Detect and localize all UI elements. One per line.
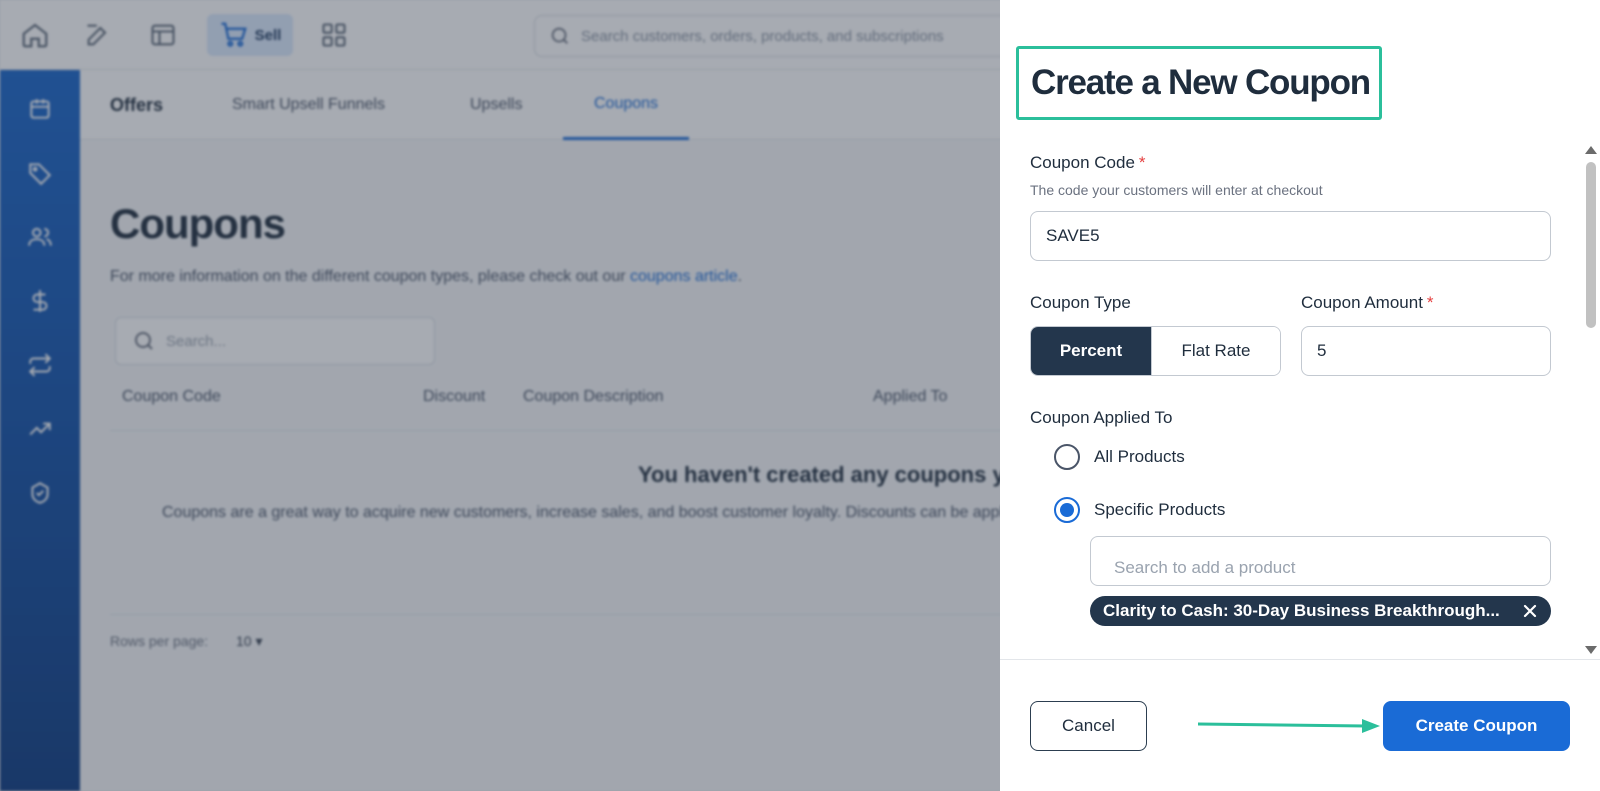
coupon-amount-label-text: Coupon Amount <box>1301 293 1423 312</box>
arrow-annotation-icon <box>1198 719 1380 733</box>
coupon-code-input[interactable] <box>1030 211 1551 261</box>
radio-label: All Products <box>1094 447 1185 466</box>
radio-button-checked[interactable] <box>1054 497 1080 523</box>
coupon-code-help: The code your customers will enter at ch… <box>1030 182 1323 198</box>
coupon-code-label-text: Coupon Code <box>1030 153 1135 172</box>
drawer-title-highlight: Create a New Coupon <box>1016 46 1382 120</box>
applied-to-label: Coupon Applied To <box>1030 408 1173 427</box>
create-coupon-button[interactable]: Create Coupon <box>1383 701 1570 751</box>
required-marker: * <box>1138 153 1146 172</box>
coupon-type-toggle: Percent Flat Rate <box>1030 326 1281 376</box>
radio-button[interactable] <box>1054 444 1080 470</box>
coupon-code-label: Coupon Code * <box>1030 153 1146 173</box>
modal-overlay[interactable] <box>0 0 1000 791</box>
drawer-title: Create a New Coupon <box>1031 63 1371 102</box>
coupon-type-percent-button[interactable]: Percent <box>1031 327 1151 375</box>
scroll-down-arrow[interactable] <box>1585 646 1597 654</box>
product-search-input[interactable] <box>1090 536 1551 586</box>
coupon-type-flat-rate-button[interactable]: Flat Rate <box>1151 327 1280 375</box>
coupon-type-label: Coupon Type <box>1030 293 1131 312</box>
close-icon[interactable] <box>1521 602 1539 620</box>
radio-label: Specific Products <box>1094 500 1226 519</box>
scroll-up-arrow[interactable] <box>1585 146 1597 154</box>
selected-product-chip: Clarity to Cash: 30-Day Business Breakth… <box>1090 596 1551 626</box>
coupon-amount-input[interactable] <box>1301 326 1551 376</box>
required-marker: * <box>1426 293 1434 312</box>
selected-product-label: Clarity to Cash: 30-Day Business Breakth… <box>1103 601 1500 620</box>
coupon-amount-label: Coupon Amount * <box>1301 293 1434 313</box>
scrollbar-thumb[interactable] <box>1586 162 1596 328</box>
radio-specific-products[interactable]: Specific Products <box>1054 497 1225 523</box>
footer-divider <box>1000 659 1600 660</box>
radio-all-products[interactable]: All Products <box>1054 444 1185 470</box>
create-coupon-drawer: Create a New Coupon Coupon Code * The cod… <box>1000 0 1600 791</box>
cancel-button[interactable]: Cancel <box>1030 701 1147 751</box>
